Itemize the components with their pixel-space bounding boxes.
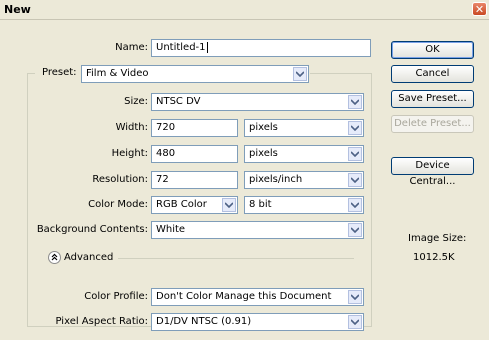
width-value: 720 — [156, 122, 176, 133]
width-unit-value: pixels — [249, 122, 278, 133]
image-size-label: Image Size: — [408, 233, 467, 244]
preset-label: Preset: — [42, 67, 77, 78]
cancel-button[interactable]: Cancel — [391, 65, 474, 83]
color-mode-select[interactable]: RGB Color — [151, 196, 238, 214]
size-value: NTSC DV — [156, 96, 201, 107]
pixel-aspect-ratio-value: D1/DV NTSC (0.91) — [156, 316, 252, 327]
color-profile-select[interactable]: Don't Color Manage this Document — [151, 288, 364, 306]
pixel-aspect-ratio-select[interactable]: D1/DV NTSC (0.91) — [151, 313, 364, 331]
height-input[interactable]: 480 — [151, 145, 238, 163]
title-bar: New ✕ — [0, 0, 489, 20]
name-label: Name: — [115, 42, 148, 53]
chevron-down-icon — [348, 121, 362, 135]
resolution-unit-value: pixels/inch — [249, 174, 303, 185]
ok-button[interactable]: OK — [391, 41, 474, 59]
background-contents-label: Background Contents: — [36, 224, 148, 235]
preset-select[interactable]: Film & Video — [81, 65, 309, 83]
dialog-title: New — [4, 3, 31, 16]
color-mode-label: Color Mode: — [88, 199, 148, 210]
resolution-value: 72 — [156, 174, 169, 185]
preset-value: Film & Video — [86, 68, 149, 79]
height-unit-value: pixels — [249, 148, 278, 159]
delete-preset-button: Delete Preset... — [391, 115, 474, 133]
width-label: Width: — [115, 122, 148, 133]
width-unit-select[interactable]: pixels — [244, 119, 364, 137]
height-value: 480 — [156, 148, 176, 159]
pixel-aspect-ratio-label: Pixel Aspect Ratio: — [55, 316, 149, 327]
chevron-down-icon — [348, 290, 362, 304]
advanced-label[interactable]: Advanced — [64, 252, 113, 263]
width-input[interactable]: 720 — [151, 119, 238, 137]
chevron-down-icon — [293, 67, 307, 81]
resolution-label: Resolution: — [92, 174, 148, 185]
color-profile-value: Don't Color Manage this Document — [156, 291, 332, 302]
bit-depth-value: 8 bit — [249, 199, 272, 210]
bit-depth-select[interactable]: 8 bit — [244, 196, 364, 214]
chevron-down-icon — [222, 198, 236, 212]
resolution-unit-select[interactable]: pixels/inch — [244, 171, 364, 189]
double-chevron-up-icon[interactable] — [48, 251, 61, 264]
new-document-dialog: New ✕ Name: Untitled-1 Preset: Film & Vi… — [0, 0, 489, 340]
name-input[interactable]: Untitled-1 — [151, 39, 371, 57]
chevron-down-icon — [348, 315, 362, 329]
image-size-value: 1012.5K — [413, 252, 455, 263]
close-button[interactable]: ✕ — [472, 2, 487, 16]
background-contents-select[interactable]: White — [151, 221, 364, 239]
chevron-down-icon — [348, 198, 362, 212]
height-label: Height: — [111, 148, 148, 159]
chevron-down-icon — [348, 95, 362, 109]
chevron-down-icon — [348, 147, 362, 161]
size-select[interactable]: NTSC DV — [151, 93, 364, 111]
chevron-down-icon — [348, 173, 362, 187]
height-unit-select[interactable]: pixels — [244, 145, 364, 163]
chevron-down-icon — [348, 223, 362, 237]
save-preset-button[interactable]: Save Preset... — [391, 90, 474, 108]
resolution-input[interactable]: 72 — [151, 171, 238, 189]
background-contents-value: White — [156, 224, 186, 235]
color-mode-value: RGB Color — [156, 199, 207, 210]
device-central-button[interactable]: Device Central... — [391, 157, 474, 187]
size-label: Size: — [124, 96, 148, 107]
name-value: Untitled-1 — [156, 42, 206, 53]
color-profile-label: Color Profile: — [84, 291, 148, 302]
advanced-divider — [118, 258, 354, 259]
close-icon: ✕ — [474, 3, 485, 16]
